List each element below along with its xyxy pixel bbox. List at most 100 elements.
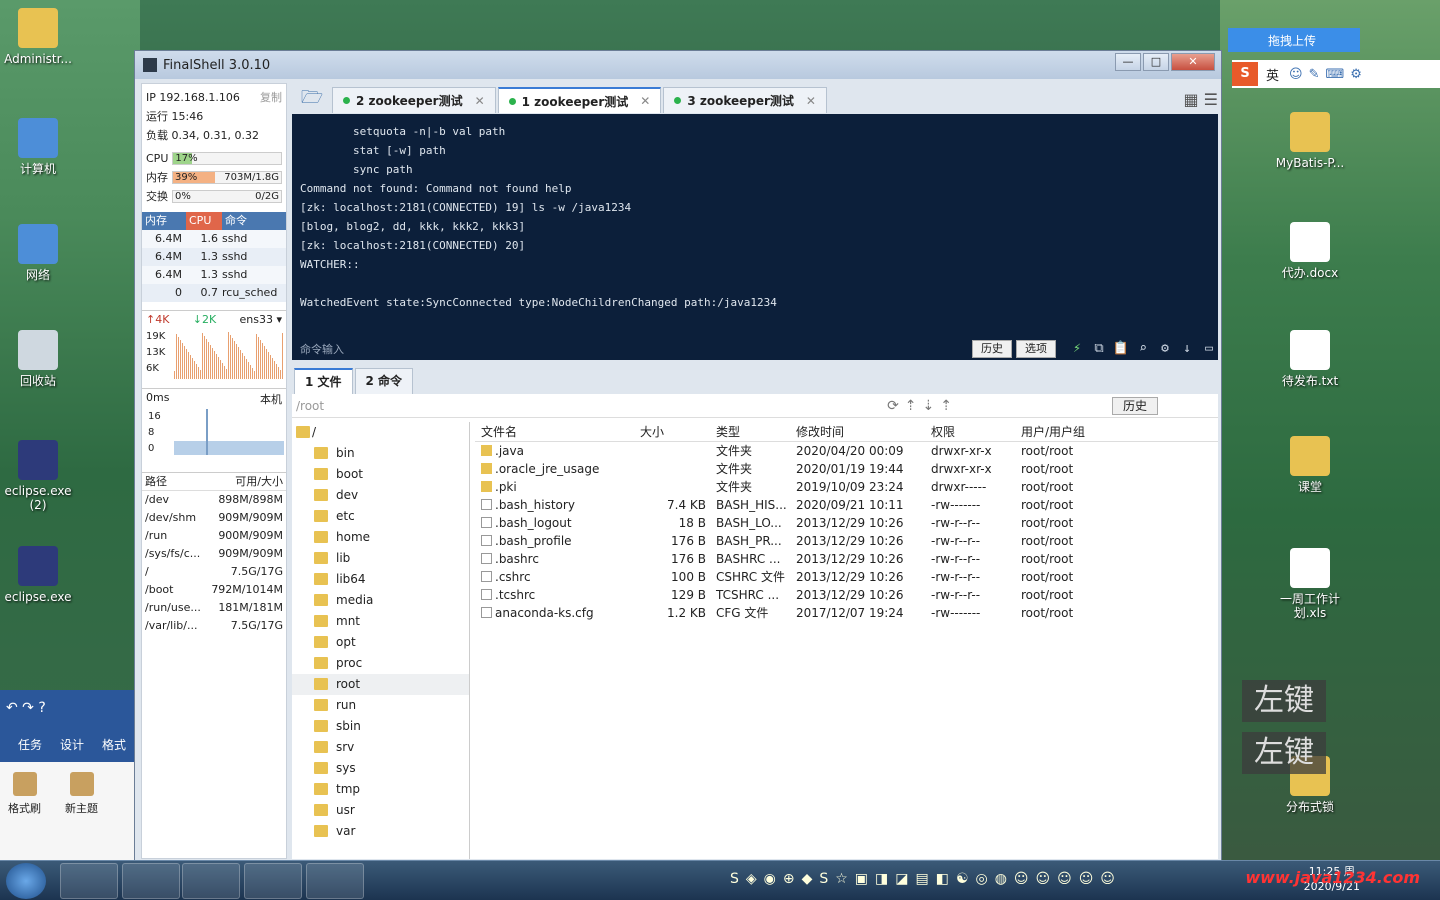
close-tab-icon[interactable]: ✕ [475,94,485,108]
session-tab[interactable]: 1 zookeeper测试 ✕ [497,87,662,113]
desktop-icon[interactable]: 计算机 [0,118,78,176]
proc-header[interactable]: CPU [186,212,222,230]
disk-row[interactable]: /run/use... 181M/181M [142,599,286,617]
process-row[interactable]: 6.4M 1.3 sshd [142,248,286,266]
desktop-icon[interactable]: 待发布.txt [1270,330,1350,388]
ime-lang-label[interactable]: 英 [1266,65,1279,84]
ime-tools-icon[interactable]: ☺✎⌨⚙ [1289,67,1368,82]
desktop-icon[interactable]: 一周工作计划.xls [1270,548,1350,620]
file-manager-tab[interactable]: 2 命令 [354,368,414,394]
titlebar[interactable]: FinalShell 3.0.10 — □ ✕ [135,51,1221,79]
process-row[interactable]: 6.4M 1.3 sshd [142,266,286,284]
disk-row[interactable]: /dev 898M/898M [142,491,286,509]
column-header[interactable]: 权限 [925,422,1015,441]
close-tab-icon[interactable]: ✕ [806,94,816,108]
search-icon[interactable]: ⌕ [1134,341,1152,357]
net-iface-select[interactable]: ens33 ▾ [240,313,283,326]
desktop-icon[interactable]: 课堂 [1270,436,1350,494]
tree-node[interactable]: srv [292,737,469,758]
file-row[interactable]: .bashrc 176 B BASHRC ... 2013/12/29 10:26 -r… [475,550,1218,568]
desktop-icon[interactable]: 回收站 [0,330,78,388]
file-actions-icon[interactable]: ⟳⇡⇣⇡ [887,398,958,414]
layout-toggle-icon[interactable]: ▦ ☰ [1183,90,1218,113]
file-row[interactable]: .bash_history 7.4 KB BASH_HIS... 2020/09/21… [475,496,1218,514]
scroll-down-icon[interactable]: ↓ [1178,341,1196,357]
desktop-icon[interactable]: eclipse.exe (2) [0,440,78,512]
tree-node[interactable]: / [292,422,469,443]
taskbar-finalshell-icon[interactable] [244,863,302,899]
tray-icons[interactable]: S◈◉⊕◆S☆▣◨◪▤◧☯◎◍☺☺☺☺☺ [730,871,1122,887]
desktop-icon[interactable]: MyBatis-P... [1270,112,1350,170]
tree-node[interactable]: lib [292,548,469,569]
desktop-icon[interactable]: Administr... [0,8,78,66]
tree-node[interactable]: usr [292,800,469,821]
desktop-icon[interactable]: 代办.docx [1270,222,1350,280]
word-tool-button[interactable]: 新主题 [65,772,98,816]
file-row[interactable]: .cshrc 100 B CSHRC 文件 2013/12/29 10:26 -rw-r… [475,568,1218,586]
close-tab-icon[interactable]: ✕ [640,94,650,108]
paste-icon[interactable]: 📋 [1112,341,1130,357]
tree-node[interactable]: bin [292,443,469,464]
tree-node[interactable]: mnt [292,611,469,632]
path-history-button[interactable]: 历史 [1111,396,1158,415]
terminal[interactable]: setquota -n|-b val path stat [-w] path s… [292,114,1218,360]
minimize-button[interactable]: — [1115,53,1141,71]
gear-icon[interactable]: ⚙ [1156,341,1174,357]
file-row[interactable]: .tcshrc 129 B TCSHRC ... 2013/12/29 10:26 -r… [475,586,1218,604]
tree-node[interactable]: root [292,674,469,695]
taskbar-editor-icon[interactable] [306,863,364,899]
open-folder-icon[interactable]: 🗁 [292,87,332,113]
tree-node[interactable]: sys [292,758,469,779]
column-header[interactable]: 类型 [710,422,790,441]
proc-header[interactable]: 命令 [222,212,282,230]
session-tab[interactable]: 3 zookeeper测试 ✕ [663,87,827,113]
lightning-icon[interactable]: ⚡ [1068,341,1086,357]
file-manager-tab[interactable]: 1 文件 [294,368,353,394]
desktop-icon[interactable]: 网络 [0,224,78,282]
disk-header[interactable]: 路径 [145,473,235,490]
tree-node[interactable]: proc [292,653,469,674]
proc-header[interactable]: 内存 [142,212,186,230]
path-input[interactable]: /root [296,399,324,413]
disk-row[interactable]: /var/lib/... 7.5G/17G [142,617,286,635]
tree-node[interactable]: boot [292,464,469,485]
ime-toolbar[interactable]: S 英 ☺✎⌨⚙ [1232,60,1440,88]
word-tab[interactable]: 设计 [60,736,84,753]
tree-node[interactable]: run [292,695,469,716]
history-button[interactable]: 历史 [972,340,1012,358]
disk-row[interactable]: /dev/shm 909M/909M [142,509,286,527]
taskbar-folder-icon[interactable] [182,863,240,899]
close-button[interactable]: ✕ [1171,53,1215,71]
column-header[interactable]: 用户/用户组 [1015,422,1115,441]
copy-ip-button[interactable]: 复制 [260,88,282,107]
word-tab[interactable]: 任务 [18,736,42,753]
start-button[interactable] [6,863,46,899]
file-row[interactable]: .java 文件夹 2020/04/20 00:09 drwxr-xr-x root/r… [475,442,1218,460]
file-row[interactable]: .oracle_jre_usage 文件夹 2020/01/19 19:44 drwx… [475,460,1218,478]
taskbar-app-icon[interactable] [60,863,118,899]
column-header[interactable]: 修改时间 [790,422,925,441]
word-tab[interactable]: 格式 [102,736,126,753]
disk-row[interactable]: /run 900M/909M [142,527,286,545]
column-header[interactable]: 文件名 [475,422,634,441]
process-row[interactable]: 6.4M 1.6 sshd [142,230,286,248]
path-bar[interactable]: /root 历史 ⟳⇡⇣⇡ [292,394,1218,418]
file-row[interactable]: .bash_profile 176 B BASH_PR... 2013/12/29 1… [475,532,1218,550]
disk-row[interactable]: / 7.5G/17G [142,563,286,581]
tree-node[interactable]: home [292,527,469,548]
maximize-button[interactable]: □ [1143,53,1169,71]
process-row[interactable]: 0 0.7 rcu_sched [142,284,286,302]
options-button[interactable]: 选项 [1016,340,1056,358]
tree-node[interactable]: media [292,590,469,611]
baidu-upload-bar[interactable]: 拖拽上传 [1228,28,1360,52]
column-header[interactable]: 大小 [634,422,710,441]
taskbar-browser-icon[interactable] [122,863,180,899]
tree-node[interactable]: opt [292,632,469,653]
tree-node[interactable]: etc [292,506,469,527]
tree-node[interactable]: lib64 [292,569,469,590]
disk-row[interactable]: /sys/fs/c... 909M/909M [142,545,286,563]
copy-icon[interactable]: ⧉ [1090,341,1108,357]
tree-node[interactable]: sbin [292,716,469,737]
disk-row[interactable]: /boot 792M/1014M [142,581,286,599]
desktop-icon[interactable]: eclipse.exe [0,546,78,604]
